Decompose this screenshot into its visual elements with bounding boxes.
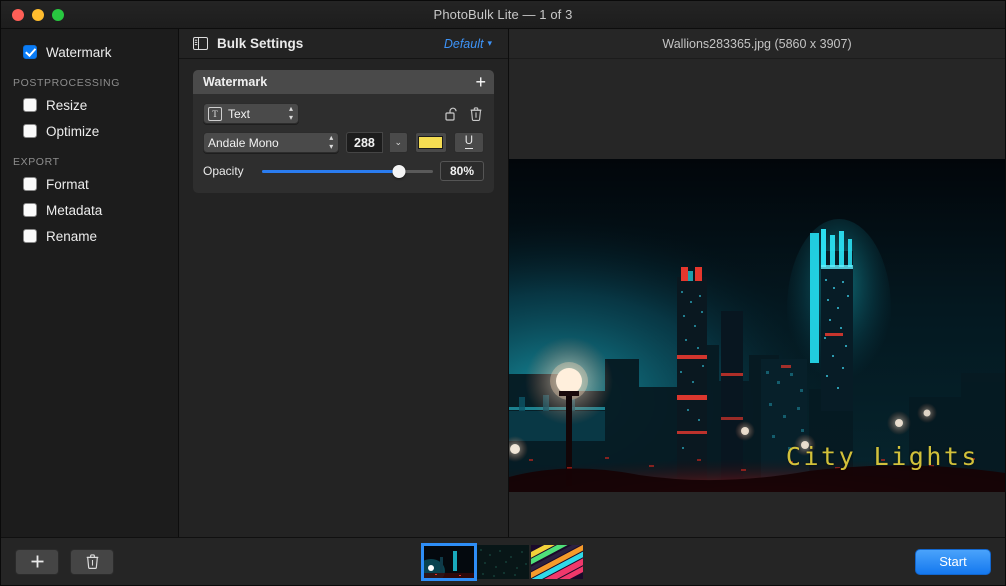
- add-watermark-button[interactable]: +: [475, 73, 486, 91]
- preview-stage: City Lights: [509, 59, 1005, 537]
- chevron-down-icon: ▾: [487, 38, 492, 48]
- sidebar: Watermark POSTPROCESSING Resize Optimize…: [1, 29, 179, 537]
- resize-checkbox[interactable]: [23, 98, 37, 112]
- thumbnail-strip: [421, 542, 583, 581]
- thumbnail-2[interactable]: [477, 544, 529, 579]
- watermark-card-title: Watermark: [203, 75, 268, 89]
- sidebar-item-label: Rename: [46, 228, 98, 244]
- watermark-card-header: Watermark +: [193, 70, 494, 94]
- sidebar-item-label: Format: [46, 176, 89, 192]
- watermark-checkbox[interactable]: [23, 45, 37, 59]
- close-button[interactable]: [12, 8, 24, 21]
- preview-image[interactable]: City Lights: [509, 159, 1005, 492]
- sidebar-item-label: Optimize: [46, 123, 100, 139]
- title-bar: PhotoBulk Lite — 1 of 3: [1, 1, 1005, 29]
- watermark-color-swatch: [418, 136, 444, 149]
- sidebar-item-label: Metadata: [46, 202, 103, 218]
- settings-header: Bulk Settings Default ▾: [179, 29, 508, 59]
- sidebar-item-rename[interactable]: Rename: [1, 223, 178, 249]
- underline-button[interactable]: U: [453, 132, 484, 153]
- window-title: PhotoBulk Lite — 1 of 3: [433, 7, 573, 22]
- traffic-lights: [1, 8, 64, 21]
- unlock-icon: [445, 107, 457, 121]
- window-body: Watermark POSTPROCESSING Resize Optimize…: [1, 29, 1005, 537]
- zoom-button[interactable]: [52, 8, 64, 21]
- sidebar-item-watermark[interactable]: Watermark: [1, 39, 178, 65]
- slider-knob[interactable]: [392, 164, 406, 178]
- remove-files-button[interactable]: [70, 548, 114, 575]
- color-picker-button[interactable]: [414, 132, 447, 153]
- watermark-type-select[interactable]: T Text ▴ ▾: [203, 103, 299, 124]
- rename-checkbox[interactable]: [23, 229, 37, 243]
- font-size-input[interactable]: 288: [346, 132, 383, 153]
- preview-file-info: Wallions283365.jpg (5860 x 3907): [509, 29, 1005, 59]
- sidebar-group-postprocessing: POSTPROCESSING: [13, 77, 121, 89]
- thumbnail-1[interactable]: [421, 542, 477, 581]
- font-family-select[interactable]: Andale Mono ▴ ▾: [203, 132, 340, 153]
- sidebar-item-label: Resize: [46, 97, 88, 113]
- thumb-city-night: [423, 544, 475, 579]
- stepper-icon: ▴ ▾: [288, 104, 293, 122]
- watermark-font-row: Andale Mono ▴ ▾ 288 ⌄ U: [203, 132, 484, 153]
- sidebar-item-resize[interactable]: Resize: [1, 92, 178, 118]
- lock-button[interactable]: [443, 105, 460, 122]
- text-type-icon: T: [208, 106, 222, 121]
- bottom-toolbar: Start: [1, 537, 1005, 585]
- font-size-dropdown[interactable]: ⌄: [389, 132, 408, 153]
- trash-icon: [86, 554, 98, 569]
- stepper-icon: ▴ ▾: [329, 133, 334, 151]
- watermark-preview-text: City Lights: [785, 442, 979, 471]
- slider-fill: [262, 169, 399, 173]
- plus-icon: [31, 555, 43, 568]
- thumbnail-3[interactable]: [531, 544, 583, 579]
- watermark-opacity-row: Opacity 80%: [203, 161, 484, 181]
- minimize-button[interactable]: [32, 8, 44, 21]
- add-files-button[interactable]: [15, 548, 59, 575]
- preset-label: Default: [443, 36, 484, 51]
- opacity-label: Opacity: [203, 164, 244, 178]
- sidebar-item-label: Watermark: [46, 44, 112, 60]
- delete-watermark-button[interactable]: [467, 105, 484, 122]
- trash-icon: [470, 106, 481, 121]
- opacity-value[interactable]: 80%: [440, 161, 484, 181]
- format-checkbox[interactable]: [23, 177, 37, 191]
- watermark-card: Watermark + T Text ▴ ▾ Andale Mono ▴ ▾ 2…: [193, 70, 494, 193]
- font-family-value: Andale Mono: [208, 135, 279, 150]
- thumb-color-stripes: [531, 544, 583, 579]
- preview-panel: Wallions283365.jpg (5860 x 3907) City Li…: [509, 29, 1005, 537]
- sidebar-item-optimize[interactable]: Optimize: [1, 118, 178, 144]
- sidebar-item-metadata[interactable]: Metadata: [1, 197, 178, 223]
- sidebar-item-format[interactable]: Format: [1, 171, 178, 197]
- thumb-dark-texture: [477, 544, 529, 579]
- preset-selector[interactable]: Default ▾: [444, 37, 492, 51]
- app-window: PhotoBulk Lite — 1 of 3 Watermark POSTPR…: [0, 0, 1006, 586]
- watermark-card-body: T Text ▴ ▾ Andale Mono ▴ ▾ 288 ⌄ U Opaci…: [193, 94, 494, 193]
- sidebar-group-export: EXPORT: [13, 156, 60, 168]
- settings-panel: Bulk Settings Default ▾ Watermark + T Te…: [179, 29, 509, 537]
- metadata-checkbox[interactable]: [23, 203, 37, 217]
- settings-title: Bulk Settings: [217, 36, 304, 51]
- optimize-checkbox[interactable]: [23, 124, 37, 138]
- underline-label: U: [464, 135, 474, 150]
- start-button[interactable]: Start: [915, 548, 991, 575]
- watermark-type-row: T Text ▴ ▾: [203, 103, 484, 124]
- sidebar-panel-icon: [193, 37, 208, 50]
- watermark-type-value: Text: [228, 106, 251, 121]
- opacity-slider[interactable]: [262, 164, 433, 178]
